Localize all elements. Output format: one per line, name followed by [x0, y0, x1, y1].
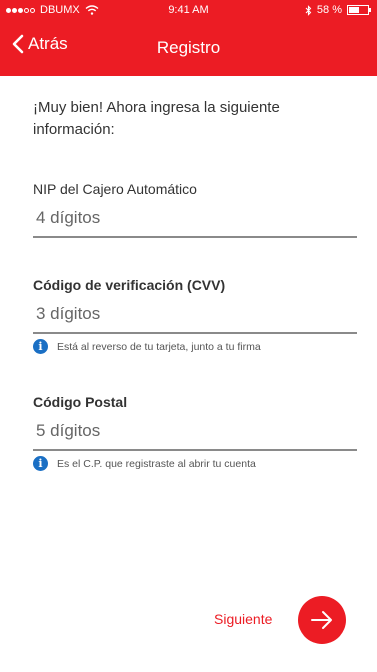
intro-text: ¡Muy bien! Ahora ingresa la siguiente in… — [33, 99, 280, 138]
cvv-hint: i Está al reverso de tu tarjeta, junto a… — [33, 339, 357, 354]
app-header: DBUMX 9:41 AM 58 % Atrás Registro — [0, 0, 377, 76]
info-icon: i — [33, 339, 48, 354]
next-button[interactable] — [298, 596, 346, 644]
status-right: 58 % — [305, 0, 371, 20]
arrow-right-icon — [311, 611, 332, 629]
bluetooth-icon — [305, 4, 312, 16]
pin-label: NIP del Cajero Automático — [33, 181, 197, 197]
pin-field-group: NIP del Cajero Automático — [33, 180, 357, 238]
navigation-bar: Atrás Registro — [0, 28, 377, 68]
info-icon: i — [33, 456, 48, 471]
page-title: Registro — [156, 38, 221, 57]
postal-code-input[interactable] — [33, 421, 357, 451]
postal-code-field-group: Código Postal i Es el C.P. que registras… — [33, 393, 357, 471]
cvv-label: Código de verificación (CVV) — [33, 277, 226, 293]
next-label[interactable]: Siguiente — [214, 611, 272, 627]
battery-percentage: 58 % — [316, 4, 342, 16]
pin-input[interactable] — [33, 208, 357, 238]
postal-code-hint: i Es el C.P. que registraste al abrir tu… — [33, 456, 357, 471]
cvv-hint-text: Está al reverso de tu tarjeta, junto a t… — [57, 340, 261, 353]
cvv-input[interactable] — [33, 304, 357, 334]
postal-code-hint-text: Es el C.P. que registraste al abrir tu c… — [57, 457, 256, 470]
cvv-field-group: Código de verificación (CVV) i Está al r… — [33, 276, 357, 354]
battery-icon — [347, 5, 371, 15]
status-bar: DBUMX 9:41 AM 58 % — [0, 0, 377, 20]
postal-code-label: Código Postal — [33, 394, 128, 410]
